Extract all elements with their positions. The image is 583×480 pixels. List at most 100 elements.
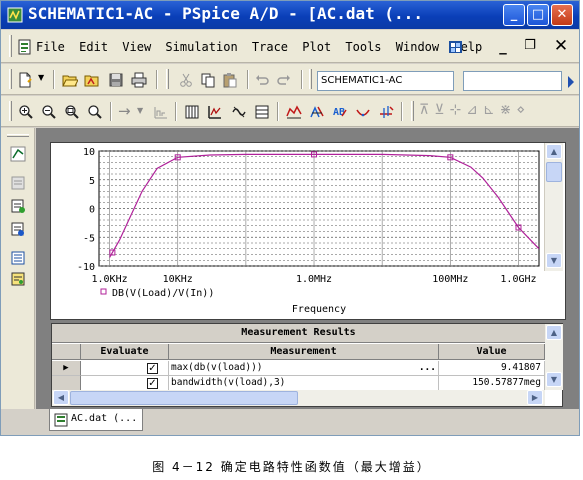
left-toolbar [1,128,35,409]
measurement-expression[interactable]: bandwidth(v(load),3) [169,376,439,391]
menu-file[interactable]: File [36,40,65,54]
open-simulation-icon[interactable] [84,72,100,88]
toolbar-grip[interactable] [166,69,169,89]
minimize-button[interactable]: _ [503,4,525,26]
measurement-horizontal-scrollbar[interactable]: ◀ ▶ [52,390,545,406]
toolbar-grip[interactable] [9,101,12,121]
menu-grip[interactable] [9,35,12,57]
evaluate-checkbox[interactable]: ✓ [147,363,158,374]
zoom-fit-icon[interactable] [87,104,103,120]
row-selector[interactable] [52,376,81,391]
row-selector-arrow-icon[interactable]: ▶ [52,361,81,376]
menu-edit[interactable]: Edit [79,40,108,54]
new-dropdown-icon[interactable]: ▼ [38,73,44,82]
evaluate-cell[interactable]: ✓ [81,376,169,391]
view-simulation-messages-icon[interactable] [10,271,26,287]
measurement-row[interactable]: ▶ ✓ max(db(v(load))) ... 9.41807 [52,361,545,376]
cut-icon[interactable] [178,72,194,88]
toggle-cursor-icon[interactable] [286,104,302,120]
cursor-peak-icon[interactable] [309,104,325,120]
column-evaluate[interactable]: Evaluate [81,344,169,360]
scroll-down-icon[interactable]: ▼ [546,372,562,387]
evaluate-cell[interactable]: ✓ [81,361,169,376]
x-tick-label: 100MHz [432,274,468,285]
measurement-scroll-thumb[interactable] [70,391,298,405]
tab-label: AC.dat (... [71,413,138,424]
run-icon[interactable] [10,198,26,214]
measurement-row[interactable]: ✓ bandwidth(v(load),3) 150.57877meg [52,376,545,391]
add-trace-icon[interactable] [207,104,223,120]
column-value[interactable]: Value [439,344,545,360]
menu-window[interactable]: Window [396,40,439,54]
cursor-slope-icon[interactable]: AB [332,104,348,120]
toolbar-grip[interactable] [309,69,312,89]
plot-scroll-thumb[interactable] [546,162,562,182]
ellipsis-button[interactable]: ... [419,361,436,375]
zoom-area-icon[interactable] [64,104,80,120]
search-field[interactable] [463,71,562,91]
scroll-up-icon[interactable]: ▲ [546,325,562,340]
maximize-button[interactable]: □ [527,4,549,26]
mdi-minimize-button[interactable]: _ [492,37,514,57]
simulation-profile-select[interactable]: SCHEMATIC1-AC [317,71,454,91]
toolbar-separator [301,70,303,89]
menu-tools[interactable]: Tools [345,40,381,54]
tab-ac-dat[interactable]: AC.dat (... [49,409,143,431]
legend-label[interactable]: DB(V(Load)/V(In)) [112,288,214,299]
zoom-in-icon[interactable] [18,104,34,120]
pspice-app-icon[interactable] [7,7,23,23]
undo-icon[interactable] [254,72,270,88]
mdi-restore-button[interactable]: ❐ [519,37,541,57]
menu-plot[interactable]: Plot [302,40,331,54]
x-tick-label: 1.0GHz [500,274,536,285]
probe-plot-window[interactable]: 10 5 0 -5 -10 1.0KHz 10KHz 1.0MHz 100MHz 1.0GHz Fr… [50,142,566,320]
log-x-axis-icon[interactable]: → [118,102,131,120]
plot-vertical-scrollbar[interactable]: ▲ ▼ [544,143,563,271]
left-toolbar-grip[interactable] [7,134,29,137]
toolbar-grip[interactable] [411,101,414,121]
scroll-left-icon[interactable]: ◀ [53,390,69,405]
mdi-close-button[interactable]: ✕ [550,37,572,57]
measurement-vertical-scrollbar[interactable]: ▲ ▼ [545,324,563,390]
scroll-down-icon[interactable]: ▼ [546,253,562,268]
toolbar-separator [53,70,55,89]
cursor-min-icon[interactable] [355,104,371,120]
print-icon[interactable] [131,72,147,88]
toolbar-separator [247,70,249,89]
figure-caption: 图 4－12 确定电路特性函数值（最大增益） [152,460,431,474]
whats-this-help-icon[interactable] [448,40,463,54]
evaluate-checkbox[interactable]: ✓ [147,378,158,389]
toolbar-grip[interactable] [9,69,12,89]
scroll-right-icon[interactable]: ▶ [527,390,543,405]
view-output-file-icon[interactable] [10,221,26,237]
log-dropdown-icon[interactable]: ▼ [137,106,143,115]
mark-data-points-icon[interactable] [10,146,26,162]
menu-view[interactable]: View [122,40,151,54]
document-icon[interactable] [17,39,33,55]
close-button[interactable]: ✕ [551,4,573,26]
measurement-results-title: Measurement Results [52,324,545,343]
view-simulation-results-icon[interactable] [10,250,26,266]
copy-icon[interactable] [200,72,216,88]
menu-trace[interactable]: Trace [252,40,288,54]
title-bar[interactable]: SCHEMATIC1-AC - PSpice A/D - [AC.dat (..… [1,1,579,29]
menu-simulation[interactable]: Simulation [165,40,237,54]
column-measurement[interactable]: Measurement [169,344,439,360]
toolbar-overflow-arrow-icon[interactable] [568,76,574,88]
fourier-icon[interactable] [153,104,169,120]
simulation-settings-icon[interactable] [10,175,26,191]
paste-icon[interactable] [222,72,238,88]
add-y-axis-icon[interactable] [254,104,270,120]
add-plot-icon[interactable] [231,104,247,120]
cursor-max-icon[interactable] [378,104,394,120]
zoom-out-icon[interactable] [41,104,57,120]
redo-icon[interactable] [276,72,292,88]
menu-bar: File Edit View Simulation Trace Plot Too… [1,30,579,63]
scroll-up-icon[interactable]: ▲ [546,144,562,159]
new-file-icon[interactable] [17,72,33,88]
open-folder-icon[interactable] [62,72,78,88]
measurement-expression[interactable]: max(db(v(load))) ... [169,361,439,376]
performance-analysis-icon[interactable] [184,104,200,120]
plot-canvas[interactable]: 10 5 0 -5 -101.0KHz 10KHz 1.0MHz 100MHz 1.0GHz Fr… [51,143,567,321]
save-icon[interactable] [108,72,124,88]
